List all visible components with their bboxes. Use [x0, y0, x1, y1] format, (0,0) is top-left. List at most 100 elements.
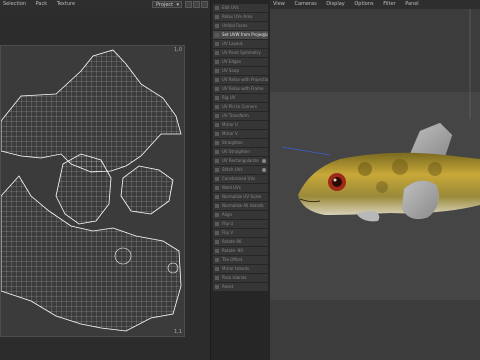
tool-item-label: Unfold Faces: [222, 23, 248, 28]
tool-item[interactable]: Rotate -90: [213, 247, 268, 255]
tool-icon: [215, 96, 219, 100]
tool-item-label: UV Relax with Frame: [222, 86, 264, 91]
fish-eye-highlight: [333, 178, 337, 182]
options-icon[interactable]: [262, 168, 266, 172]
tool-item[interactable]: UV Straighten: [213, 148, 268, 156]
snap-toggle-icon[interactable]: [193, 1, 200, 8]
tool-item[interactable]: UV Transform: [213, 112, 268, 120]
tool-icon: [215, 123, 219, 127]
tool-list: Edit UVs Relax UVs Area Unfold Faces Set UV…: [211, 0, 270, 291]
uv-canvas[interactable]: 1,0 1,1: [0, 45, 185, 337]
tool-item-label: UV Relax with Projection: [222, 77, 268, 82]
tool-icon: [215, 249, 219, 253]
menu-selection[interactable]: Selection: [3, 1, 26, 7]
tool-item[interactable]: Tile Offset: [213, 256, 268, 264]
tool-item[interactable]: Flip V: [213, 229, 268, 237]
tool-icon: [215, 51, 219, 55]
3d-viewport[interactable]: [270, 9, 480, 360]
grid-toggle-icon[interactable]: [185, 1, 192, 8]
tool-icon: [215, 60, 219, 64]
tool-item-label: UV Rectangularize: [222, 158, 259, 163]
menu-display[interactable]: Display: [326, 1, 344, 7]
tool-item[interactable]: UV Relax with Projection: [213, 76, 268, 84]
uv-corner-label-bottom: 1,1: [174, 329, 182, 335]
tool-item-label: Flip V: [222, 230, 234, 235]
tool-item[interactable]: Mirror V: [213, 130, 268, 138]
tool-icon: [215, 186, 219, 190]
tool-item[interactable]: Reset: [213, 283, 268, 291]
menu-panel[interactable]: Panel: [405, 1, 419, 7]
tool-item[interactable]: UV Edges: [213, 58, 268, 66]
tool-item[interactable]: UV Pin to Corners: [213, 103, 268, 111]
tool-item[interactable]: Rotate 90: [213, 238, 268, 246]
tool-icon: [215, 24, 219, 28]
tool-item[interactable]: Relax UVs Area: [213, 13, 268, 21]
tool-item[interactable]: Set UVW from Projection: [213, 31, 268, 39]
tool-item-label: Constrained UVs: [222, 176, 256, 181]
tool-icon: [215, 213, 219, 217]
tool-item-label: Edit UVs: [222, 5, 239, 10]
axis-line-blue: [281, 146, 331, 156]
tool-icon: [215, 276, 219, 280]
tool-item-label: UV Layout: [222, 41, 243, 46]
tool-item-label: Rotate 90: [222, 239, 242, 244]
tool-icon: [215, 231, 219, 235]
tool-item[interactable]: UV Rectangularize: [213, 157, 268, 165]
tool-item-label: Mirror U: [222, 122, 238, 127]
tool-item-label: Straighten: [222, 140, 243, 145]
tool-item[interactable]: Mirror U: [213, 121, 268, 129]
tool-item[interactable]: UV Relax with Frame: [213, 85, 268, 93]
tool-item[interactable]: Flip U: [213, 220, 268, 228]
tool-item[interactable]: Edit UVs: [213, 4, 268, 12]
tool-item[interactable]: UV Layout: [213, 40, 268, 48]
uv-wireframe: [1, 49, 182, 332]
uv-editor-panel: 1,0 1,1: [0, 9, 210, 360]
tool-icon: [215, 222, 219, 226]
tool-item[interactable]: Normalize UV Scale: [213, 193, 268, 201]
tool-item[interactable]: UV Snap: [213, 67, 268, 75]
tool-item[interactable]: UV Paint Symmetry: [213, 49, 268, 57]
tool-item-label: Align: [222, 212, 233, 217]
uv-corner-label-top: 1,0: [174, 47, 182, 53]
fish-spot: [392, 159, 408, 175]
tool-item-label: Rotate -90: [222, 248, 243, 253]
tool-icon: [215, 69, 219, 73]
fish-spot: [358, 162, 372, 176]
tool-item-label: Relax UVs Area: [222, 14, 253, 19]
tool-icon: [215, 240, 219, 244]
options-icon[interactable]: [262, 159, 266, 163]
fish-spot: [428, 162, 442, 176]
tool-item-label: Mirror Islands: [222, 266, 250, 271]
tool-item[interactable]: Mirror Islands: [213, 265, 268, 273]
menu-pack[interactable]: Pack: [36, 1, 48, 7]
tool-icon: [215, 132, 219, 136]
fish-pectoral-fin: [401, 180, 439, 219]
tool-icon: [215, 87, 219, 91]
tool-item[interactable]: Constrained UVs: [213, 175, 268, 183]
menu-options[interactable]: Options: [354, 1, 373, 7]
tool-icon: [215, 168, 219, 172]
tool-item[interactable]: Pack Islands: [213, 274, 268, 282]
menu-filter[interactable]: Filter: [383, 1, 395, 7]
tool-item-label: Weld UVs: [222, 185, 241, 190]
tool-item[interactable]: Rig UV: [213, 94, 268, 102]
tool-item[interactable]: Unfold Faces: [213, 22, 268, 30]
uv-island-fin: [120, 165, 174, 215]
options-icon[interactable]: [262, 33, 266, 37]
tool-item[interactable]: Normalize All Islands: [213, 202, 268, 210]
chevron-down-icon: ▾: [176, 2, 179, 8]
tool-item[interactable]: Align: [213, 211, 268, 219]
tool-item-label: Tile Offset: [222, 257, 243, 262]
tool-item[interactable]: Straighten: [213, 139, 268, 147]
menu-texture[interactable]: Texture: [57, 1, 75, 7]
tool-item[interactable]: Stitch UVs: [213, 166, 268, 174]
tool-icon: [215, 33, 219, 37]
menu-view[interactable]: View: [273, 1, 285, 7]
menu-cameras[interactable]: Cameras: [294, 1, 316, 7]
tool-item-label: Rig UV: [222, 95, 236, 100]
tool-item-label: Normalize UV Scale: [222, 194, 262, 199]
tool-item[interactable]: Weld UVs: [213, 184, 268, 192]
settings-icon[interactable]: [201, 1, 208, 8]
tool-item-label: Stitch UVs: [222, 167, 243, 172]
project-dropdown[interactable]: Project ▾: [152, 1, 182, 8]
